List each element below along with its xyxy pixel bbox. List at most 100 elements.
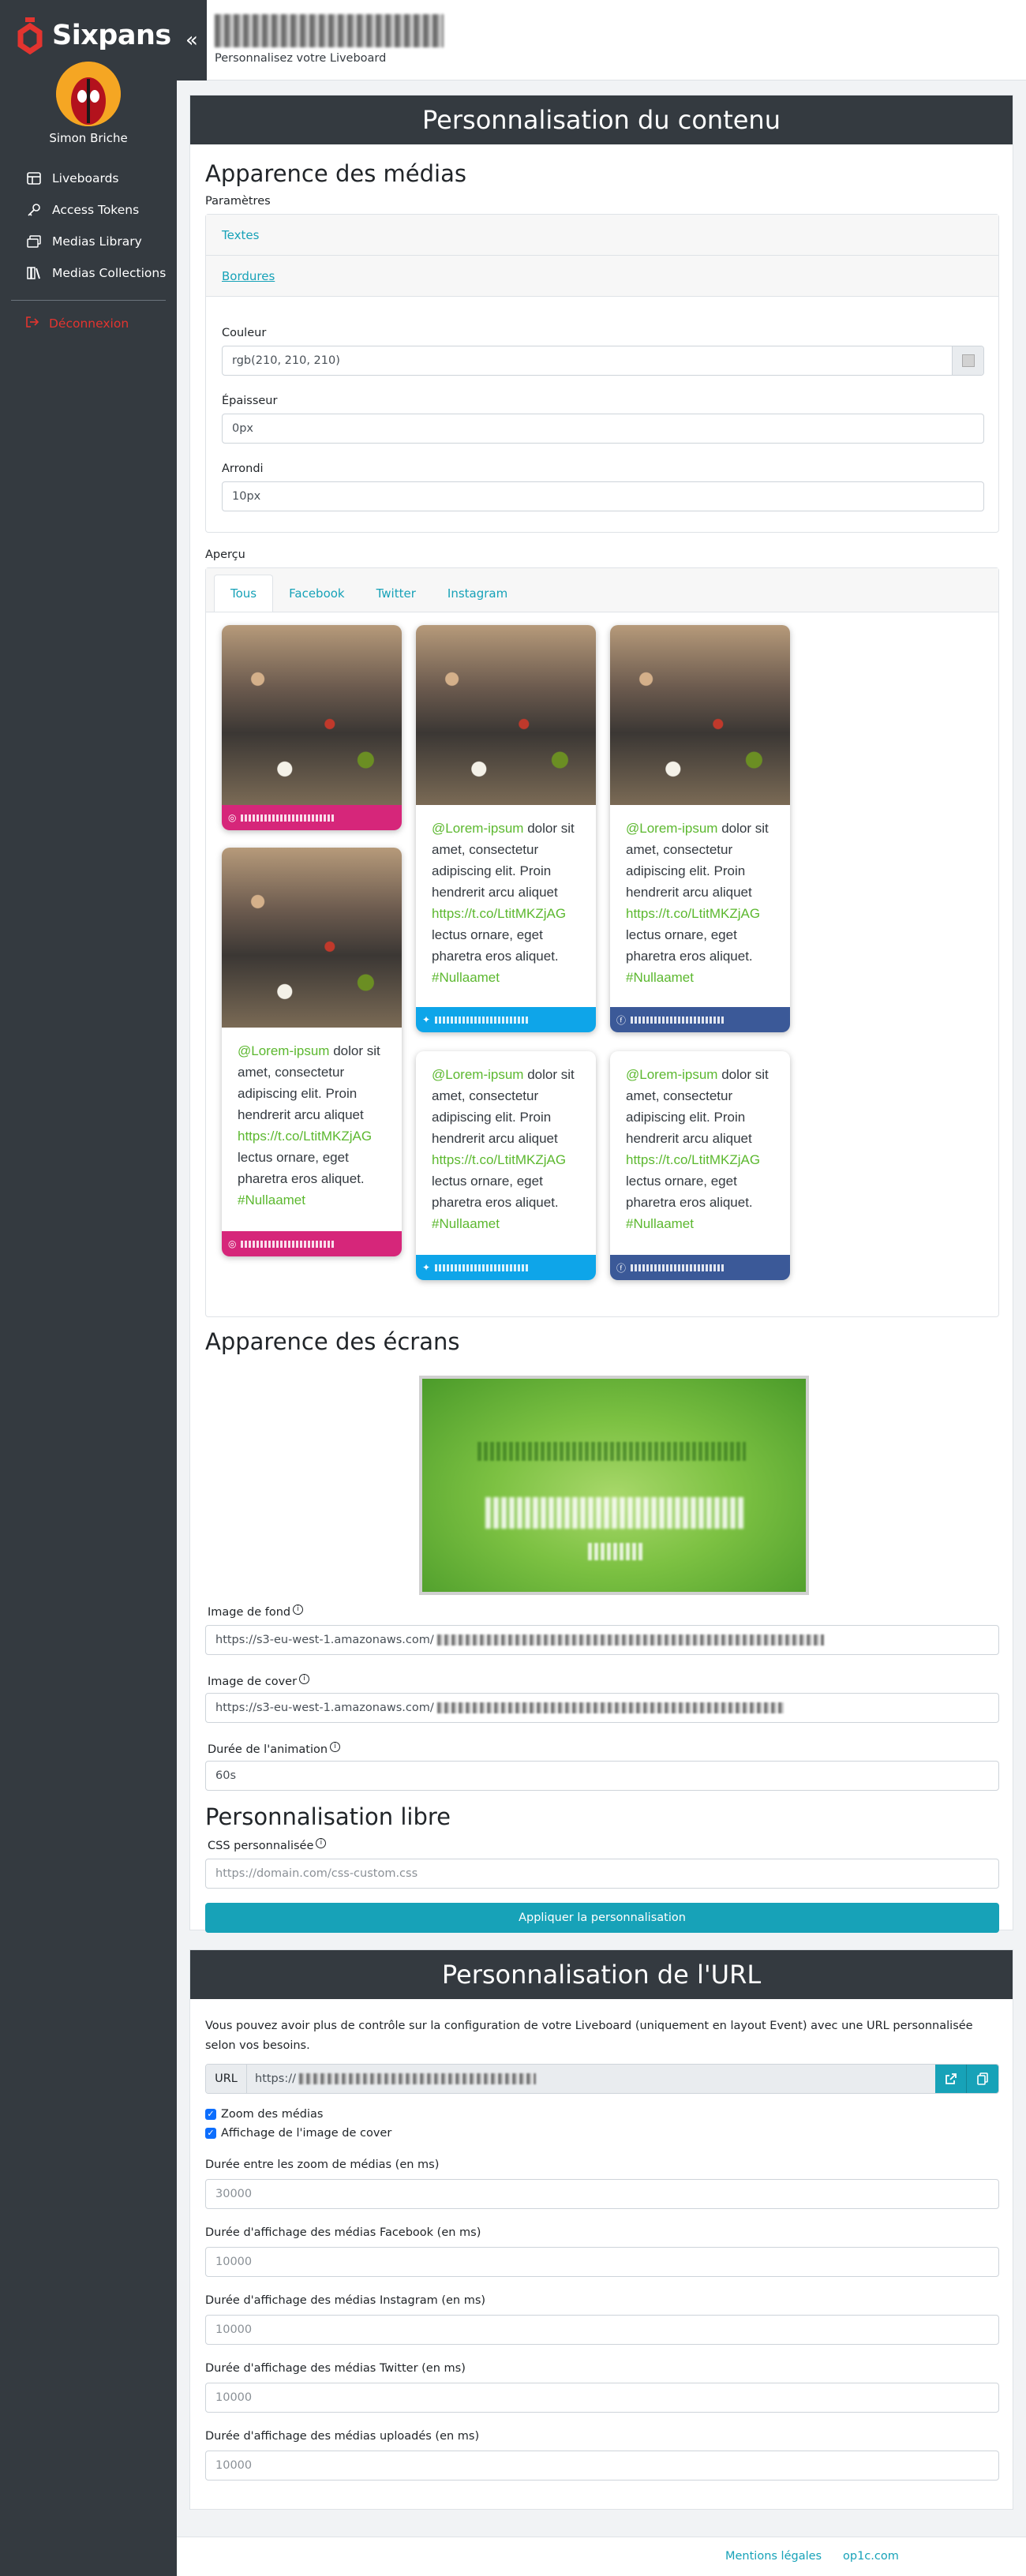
sidebar: Sixpans Simon Briche Liveboards Access T… — [0, 0, 177, 2576]
instagram-icon: ◎ — [228, 1238, 237, 1249]
logout-label: Déconnexion — [49, 316, 129, 331]
tab-twitter[interactable]: Twitter — [361, 575, 432, 612]
instagram-icon: ◎ — [228, 812, 237, 823]
card-title: Personnalisation de l'URL — [190, 1950, 1013, 1999]
tab-facebook[interactable]: Facebook — [273, 575, 360, 612]
uploaded-duration-input[interactable]: 10000 — [205, 2451, 999, 2481]
main-content: Personnalisation du contenu Apparence de… — [177, 80, 1026, 2537]
copy-link-button[interactable] — [967, 2065, 998, 2093]
twitter-duration-label: Durée d'affichage des médias Twitter (en… — [205, 2362, 466, 2375]
radius-label: Arrondi — [222, 462, 264, 475]
color-swatch[interactable] — [952, 346, 983, 375]
sixpans-logo-icon — [17, 17, 43, 54]
sidebar-divider — [11, 300, 166, 301]
brand-name: Sixpans — [52, 20, 171, 51]
css-url-input[interactable]: https://domain.com/css-custom.css — [205, 1859, 999, 1889]
sidebar-item-access-tokens[interactable]: Access Tokens — [0, 194, 177, 226]
info-icon: i — [330, 1742, 341, 1752]
facebook-duration-input[interactable]: 10000 — [205, 2247, 999, 2277]
color-label: Couleur — [222, 327, 267, 339]
card-title: Personnalisation du contenu — [190, 95, 1013, 144]
open-link-button[interactable] — [935, 2065, 967, 2093]
accordion-textes[interactable]: Textes — [206, 215, 998, 256]
url-intro-text: Vous pouvez avoir plus de contrôle sur l… — [205, 2020, 973, 2052]
media-image — [610, 625, 790, 805]
css-label: CSS personnalisée i — [208, 1838, 327, 1852]
media-image — [416, 625, 596, 805]
color-input[interactable]: rgb(210, 210, 210) — [222, 346, 984, 376]
checkmark-icon: ✓ — [205, 2128, 216, 2139]
media-card[interactable]: ◎ — [222, 625, 402, 830]
tab-tous[interactable]: Tous — [214, 575, 274, 612]
zoom-duration-label: Durée entre les zoom de médias (en ms) — [205, 2159, 440, 2171]
images-icon — [25, 234, 43, 249]
collapse-sidebar-button[interactable]: « — [177, 0, 207, 80]
content-customization-card: Personnalisation du contenu Apparence de… — [189, 95, 1013, 1933]
apply-customization-button[interactable]: Appliquer la personnalisation — [205, 1903, 999, 1933]
media-card[interactable]: @Lorem-ipsum dolor sit amet, consectetur… — [416, 625, 596, 1032]
twitter-duration-input[interactable]: 10000 — [205, 2383, 999, 2413]
sidebar-item-liveboards[interactable]: Liveboards — [0, 163, 177, 194]
bg-image-input[interactable]: https://s3-eu-west-1.amazonaws.com/ — [205, 1625, 999, 1655]
media-text: @Lorem-ipsum dolor sit amet, consectetur… — [238, 1043, 380, 1208]
cover-image-checkbox[interactable]: ✓ Affichage de l'image de cover — [205, 2127, 391, 2140]
page-subtitle: Personnalisez votre Liveboard — [215, 52, 387, 65]
media-card[interactable]: @Lorem-ipsum dolor sit amet, consectetur… — [222, 848, 402, 1256]
books-icon — [25, 266, 43, 280]
media-footer-twitter: ✦ — [416, 1255, 596, 1280]
tab-instagram[interactable]: Instagram — [432, 575, 523, 612]
radius-input[interactable]: 10px — [222, 481, 984, 511]
url-readonly-input[interactable]: https:// — [247, 2065, 935, 2093]
facebook-duration-label: Durée d'affichage des médias Facebook (e… — [205, 2226, 481, 2239]
sidebar-item-label: Medias Library — [52, 234, 142, 249]
media-footer-twitter: ✦ — [416, 1007, 596, 1032]
page-title-redacted — [215, 14, 444, 47]
animation-duration-input[interactable]: 60s — [205, 1761, 999, 1791]
thickness-input[interactable]: 0px — [222, 414, 984, 444]
logout-link[interactable]: Déconnexion — [25, 316, 129, 331]
checkmark-icon: ✓ — [205, 2109, 216, 2120]
media-card[interactable]: @Lorem-ipsum dolor sit amet, consectetur… — [610, 625, 790, 1032]
op1c-link[interactable]: op1c.com — [843, 2550, 899, 2563]
twitter-icon: ✦ — [422, 1262, 431, 1273]
sidebar-item-label: Medias Collections — [52, 266, 167, 280]
media-text: @Lorem-ipsum dolor sit amet, consectetur… — [626, 821, 769, 985]
cover-image-input[interactable]: https://s3-eu-west-1.amazonaws.com/ — [205, 1693, 999, 1723]
media-text: @Lorem-ipsum dolor sit amet, consectetur… — [432, 1067, 575, 1231]
color-value: rgb(210, 210, 210) — [232, 354, 340, 367]
media-card[interactable]: @Lorem-ipsum dolor sit amet, consectetur… — [416, 1051, 596, 1280]
screen-section-title: Apparence des écrans — [205, 1328, 460, 1355]
media-footer-instagram: ◎ — [222, 805, 402, 830]
layout-icon — [25, 171, 43, 185]
page-header: Personnalisez votre Liveboard — [207, 0, 1026, 80]
avatar[interactable] — [56, 62, 121, 126]
uploaded-duration-label: Durée d'affichage des médias uploadés (e… — [205, 2430, 480, 2443]
media-footer-instagram: ◎ — [222, 1231, 402, 1256]
preview-panel: Tous Facebook Twitter Instagram ◎ @Lorem… — [205, 567, 999, 1317]
free-section-title: Personnalisation libre — [205, 1803, 451, 1830]
facebook-icon: ⓕ — [616, 1262, 627, 1274]
accordion-bordures[interactable]: Bordures — [206, 256, 998, 297]
info-icon: i — [299, 1674, 310, 1684]
params-label: Paramètres — [205, 195, 271, 208]
thickness-label: Épaisseur — [222, 395, 278, 407]
zoom-duration-input[interactable]: 30000 — [205, 2179, 999, 2209]
animation-duration-label: Durée de l'animation i — [208, 1742, 341, 1756]
media-text: @Lorem-ipsum dolor sit amet, consectetur… — [432, 821, 575, 985]
brand-logo[interactable]: Sixpans — [14, 16, 171, 55]
sidebar-item-medias-collections[interactable]: Medias Collections — [0, 257, 177, 289]
cover-image-label: Image de cover i — [208, 1674, 310, 1688]
sidebar-item-label: Access Tokens — [52, 203, 140, 217]
legal-link[interactable]: Mentions légales — [725, 2550, 822, 2563]
instagram-duration-input[interactable]: 10000 — [205, 2315, 999, 2345]
screen-preview-image — [419, 1376, 809, 1595]
url-input-group: URL https:// — [205, 2064, 999, 2094]
url-customization-card: Personnalisation de l'URL Vous pouvez av… — [189, 1949, 1013, 2510]
zoom-medias-checkbox[interactable]: ✓ Zoom des médias — [205, 2108, 323, 2121]
footer: Mentions légales op1c.com — [177, 2537, 1026, 2576]
sidebar-nav: Liveboards Access Tokens Medias Library … — [0, 163, 177, 289]
media-card[interactable]: @Lorem-ipsum dolor sit amet, consectetur… — [610, 1051, 790, 1280]
url-addon-label: URL — [206, 2065, 247, 2093]
params-accordion: Textes Bordures Couleur rgb(210, 210, 21… — [205, 214, 999, 533]
sidebar-item-medias-library[interactable]: Medias Library — [0, 226, 177, 257]
